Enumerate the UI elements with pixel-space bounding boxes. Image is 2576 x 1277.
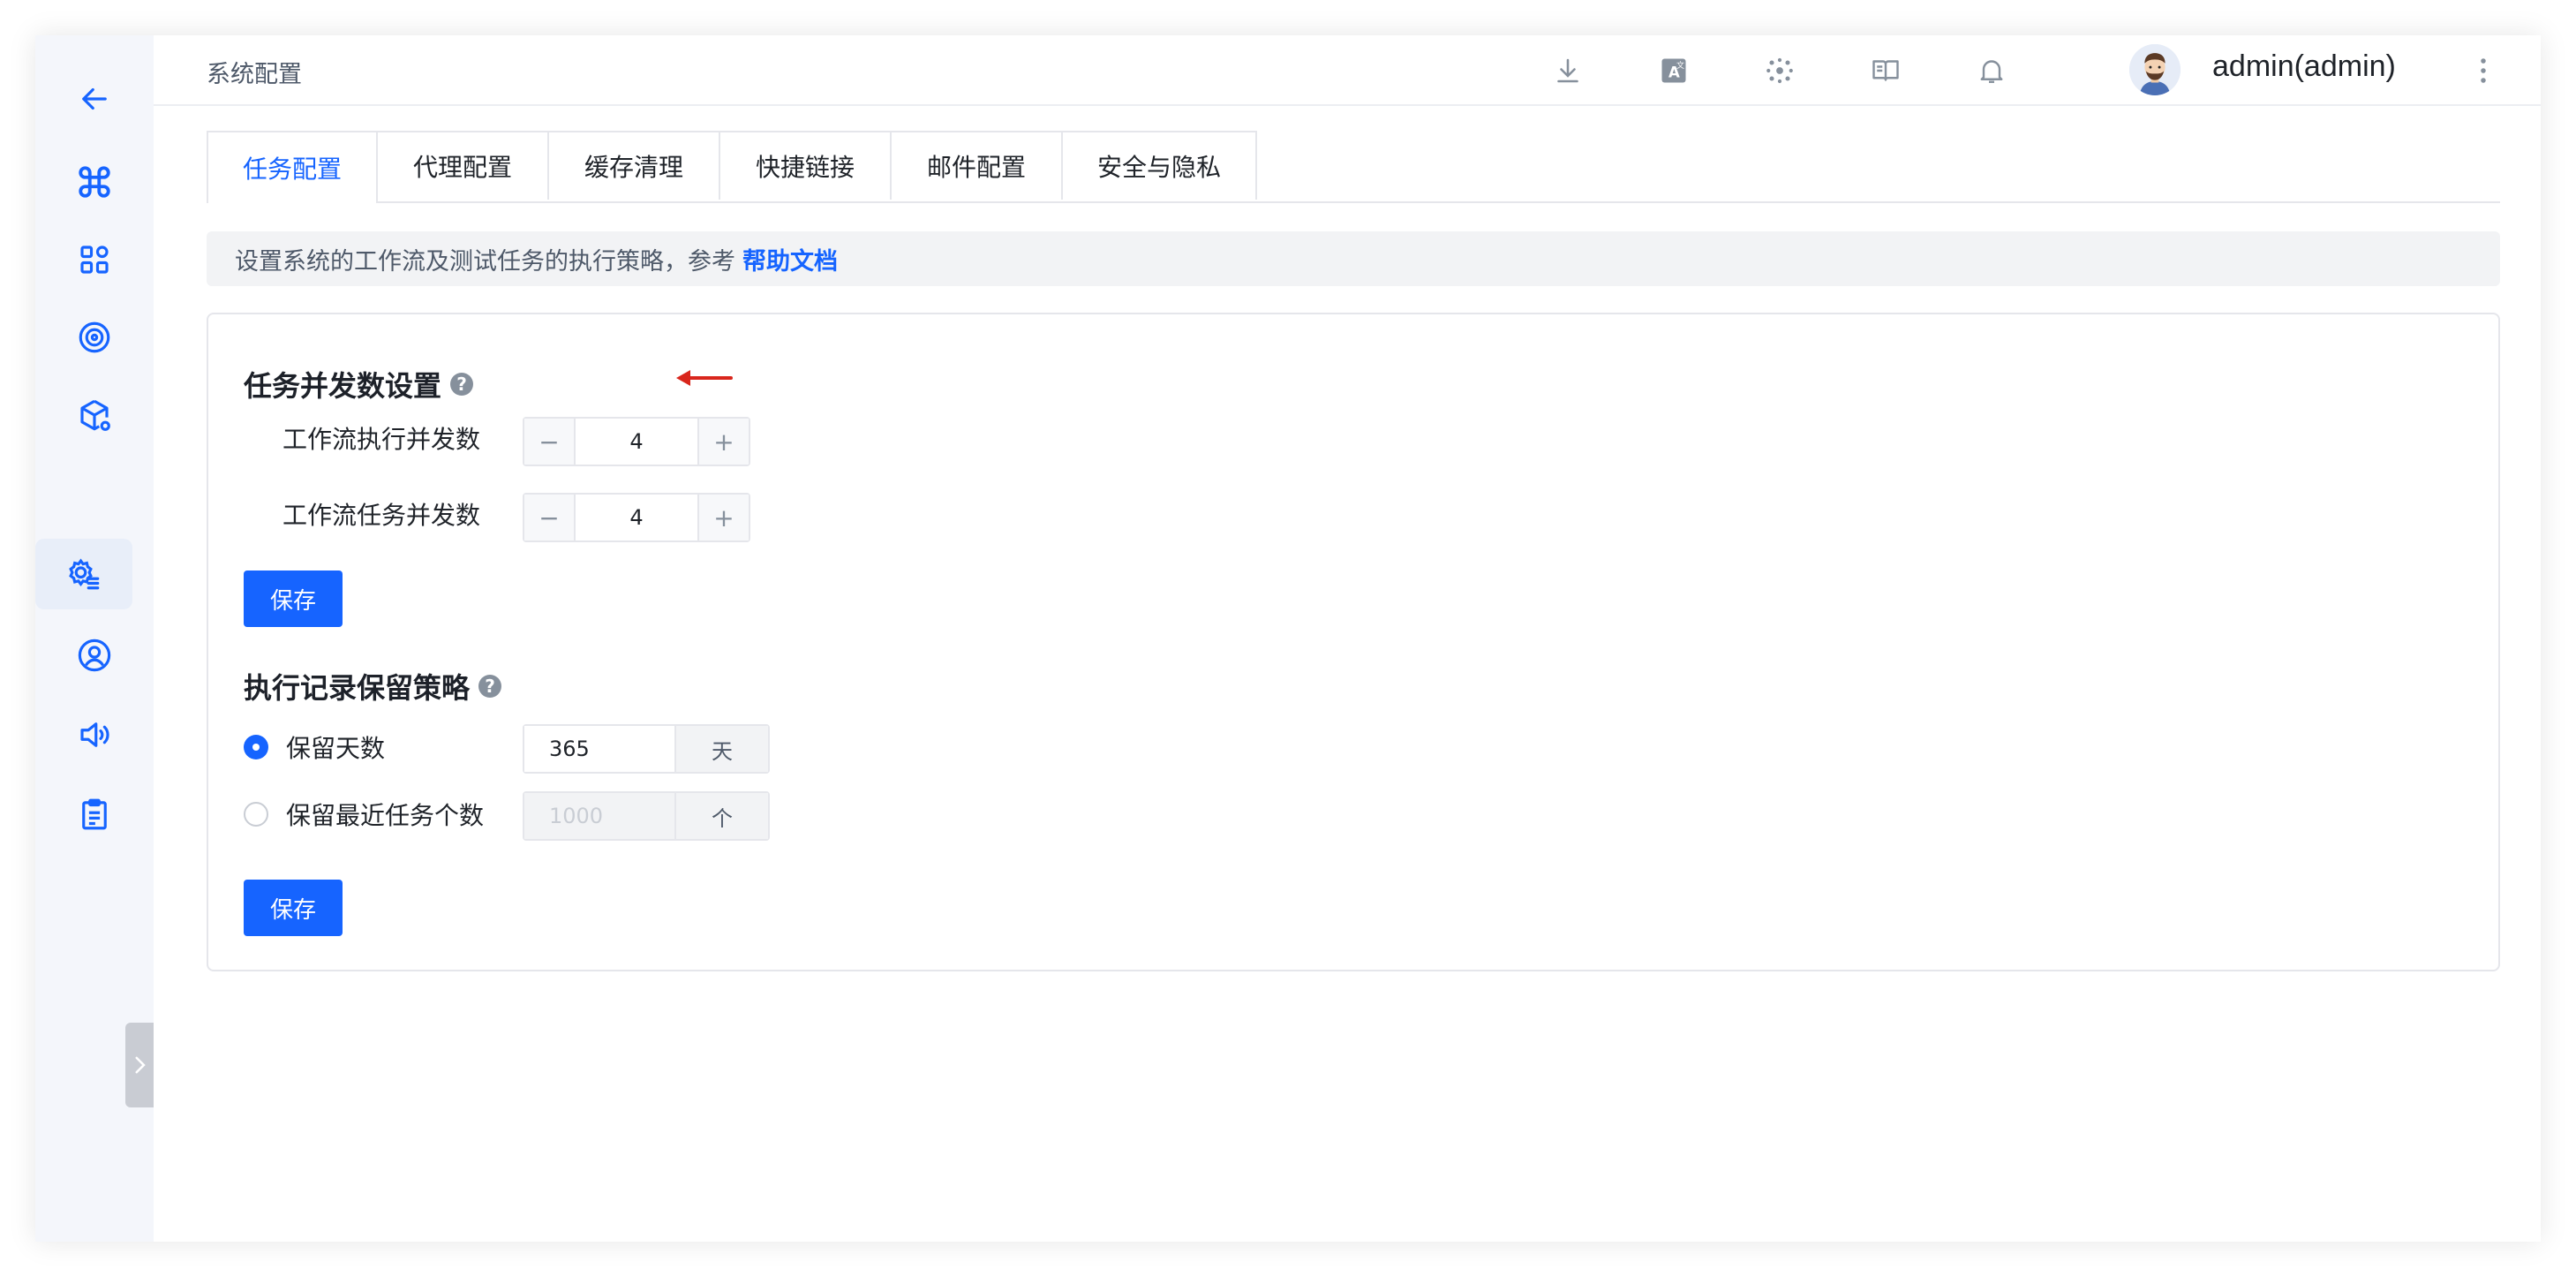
back-arrow-icon[interactable] xyxy=(35,64,154,134)
retention-title-text: 执行记录保留策略 xyxy=(244,671,471,705)
workflow-exec-concurrency-label: 工作流执行并发数 xyxy=(282,425,481,454)
annotation-arrow-icon xyxy=(676,370,733,386)
help-doc-link[interactable]: 帮助文档 xyxy=(742,242,838,276)
retention-count-input-group: 1000 个 xyxy=(523,791,770,841)
workflow-task-concurrency-label: 工作流任务并发数 xyxy=(282,501,481,530)
sidebar-expand-handle[interactable] xyxy=(125,1023,154,1107)
info-banner: 设置系统的工作流及测试任务的执行策略，参考 帮助文档 xyxy=(207,231,2500,286)
increment-button[interactable]: + xyxy=(697,495,749,540)
book-icon[interactable] xyxy=(1866,51,1905,90)
tab-cache-cleanup[interactable]: 缓存清理 xyxy=(547,131,720,200)
retention-days-radio[interactable] xyxy=(244,735,268,759)
tab-proxy-config[interactable]: 代理配置 xyxy=(376,131,549,200)
retention-section-title: 执行记录保留策略 ? xyxy=(244,666,502,707)
count-unit: 个 xyxy=(674,793,768,839)
user-circle-icon[interactable] xyxy=(35,620,154,691)
download-icon[interactable] xyxy=(1548,51,1587,90)
tab-security-privacy[interactable]: 安全与隐私 xyxy=(1061,131,1257,200)
page-title: 系统配置 xyxy=(207,61,302,88)
tab-email-config[interactable]: 邮件配置 xyxy=(890,131,1063,200)
help-icon[interactable]: ? xyxy=(478,675,502,698)
retention-days-label: 保留天数 xyxy=(286,734,386,763)
user-name[interactable]: admin(admin) xyxy=(2212,49,2396,84)
avatar[interactable] xyxy=(2129,44,2181,95)
package-settings-icon[interactable] xyxy=(35,380,154,450)
header: 系统配置 A文 admin(admin) xyxy=(154,35,2541,106)
sidebar xyxy=(35,35,154,1242)
info-text: 设置系统的工作流及测试任务的执行策略，参考 xyxy=(235,247,735,276)
bell-icon[interactable] xyxy=(1972,51,2011,90)
apps-grid-icon[interactable] xyxy=(35,224,154,295)
retention-count-label: 保留最近任务个数 xyxy=(286,801,485,830)
settings-tabs: 任务配置 代理配置 缓存清理 快捷链接 邮件配置 安全与隐私 xyxy=(207,131,2500,203)
save-retention-button[interactable]: 保存 xyxy=(244,880,343,936)
settings-list-icon[interactable] xyxy=(35,539,132,609)
increment-button[interactable]: + xyxy=(697,419,749,465)
workflow-exec-concurrency-input[interactable]: 4 xyxy=(576,419,697,465)
days-unit: 天 xyxy=(674,726,768,772)
tab-quick-links[interactable]: 快捷链接 xyxy=(719,131,892,200)
more-vertical-icon[interactable] xyxy=(2470,51,2497,90)
command-icon[interactable] xyxy=(35,147,154,217)
workflow-task-concurrency-stepper: − 4 + xyxy=(523,493,750,542)
concurrency-title-text: 任务并发数设置 xyxy=(244,369,442,403)
translate-icon[interactable]: A文 xyxy=(1654,51,1693,90)
target-icon[interactable] xyxy=(35,302,154,373)
concurrency-section-title: 任务并发数设置 ? xyxy=(244,364,474,404)
workflow-exec-concurrency-stepper: − 4 + xyxy=(523,417,750,466)
app-window: 系统配置 A文 admin(admin) 任务配置 代理配置 缓存清理 快捷链接… xyxy=(35,35,2541,1242)
workflow-task-concurrency-input[interactable]: 4 xyxy=(576,495,697,540)
network-icon[interactable] xyxy=(1760,51,1799,90)
decrement-button[interactable]: − xyxy=(524,495,576,540)
help-icon[interactable]: ? xyxy=(450,373,474,396)
retention-days-input[interactable]: 365 xyxy=(524,726,674,772)
speaker-icon[interactable] xyxy=(35,699,154,770)
retention-count-input: 1000 xyxy=(524,793,674,839)
clipboard-icon[interactable] xyxy=(35,779,154,850)
retention-count-radio[interactable] xyxy=(244,802,268,827)
save-concurrency-button[interactable]: 保存 xyxy=(244,570,343,627)
tab-task-config[interactable]: 任务配置 xyxy=(207,131,378,203)
decrement-button[interactable]: − xyxy=(524,419,576,465)
task-config-card: 任务并发数设置 ? 工作流执行并发数 − 4 + 工作流任务并发数 − 4 + … xyxy=(207,313,2500,971)
retention-days-input-group: 365 天 xyxy=(523,724,770,774)
chevron-right-icon xyxy=(135,1056,146,1074)
svg-text:文: 文 xyxy=(1676,60,1684,71)
